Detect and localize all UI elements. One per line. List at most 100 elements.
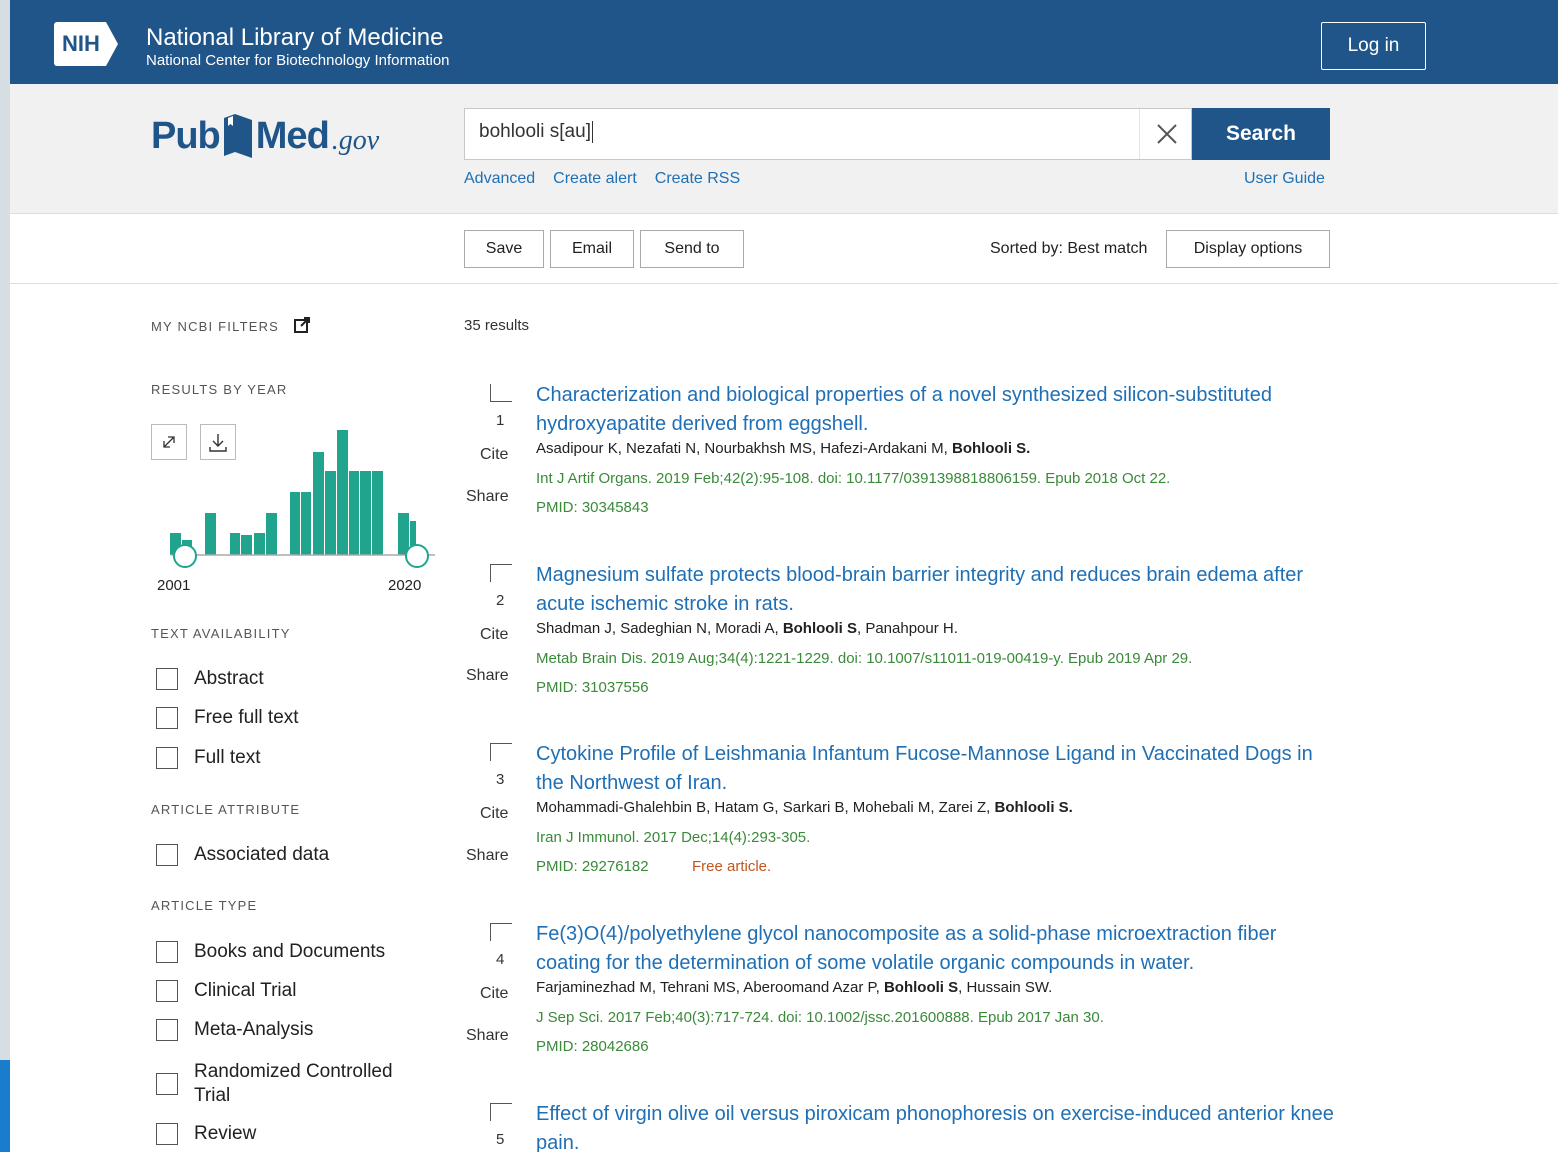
search-input[interactable]: bohlooli s[au] (464, 108, 1192, 160)
filter-abstract[interactable]: Abstract (156, 668, 264, 690)
histogram-bar[interactable] (313, 452, 324, 555)
email-button[interactable]: Email (550, 230, 634, 268)
search-band: Pub Med .gov bohlooli s[au] Search Advan… (10, 84, 1558, 214)
action-bar: Save Email Send to Sorted by: Best match… (10, 214, 1558, 284)
histogram-bar[interactable] (230, 533, 240, 555)
result-authors: Shadman J, Sadeghian N, Moradi A, Bohloo… (536, 620, 958, 637)
filter-label: Abstract (194, 668, 264, 689)
result-authors: Farjaminezhad M, Tehrani MS, Aberoomand … (536, 979, 1052, 996)
checkbox[interactable] (156, 707, 178, 729)
histogram-bar[interactable] (372, 471, 383, 555)
user-guide-link[interactable]: User Guide (1244, 170, 1325, 188)
result-title-link[interactable]: Effect of virgin olive oil versus piroxi… (536, 1100, 1336, 1152)
filter-clinical-trial[interactable]: Clinical Trial (156, 980, 296, 1002)
histogram-bar[interactable] (301, 492, 311, 555)
sort-label[interactable]: Sorted by: Best match (990, 240, 1147, 258)
result-checkbox[interactable] (490, 384, 512, 402)
clear-search-icon[interactable] (1139, 109, 1193, 159)
result-title-link[interactable]: Characterization and biological properti… (536, 381, 1336, 439)
logo-pub-text: Pub (151, 114, 221, 157)
external-link-icon (293, 317, 310, 336)
results-count: 35 results (464, 317, 530, 334)
share-button[interactable]: Share (466, 488, 509, 506)
result-checkbox[interactable] (490, 1103, 512, 1121)
histogram-bar[interactable] (360, 471, 371, 555)
filter-label: Review (194, 1123, 257, 1144)
histogram-bar[interactable] (349, 471, 359, 555)
histogram-bar[interactable] (254, 533, 265, 555)
checkbox[interactable] (156, 1123, 178, 1145)
send-to-button[interactable]: Send to (640, 230, 744, 268)
my-ncbi-filters-heading[interactable]: MY NCBI FILTERS (151, 317, 310, 336)
result-checkbox[interactable] (490, 923, 512, 941)
histogram-bar[interactable] (337, 430, 348, 555)
filter-free-full-text[interactable]: Free full text (156, 707, 299, 729)
year-end-label: 2020 (388, 577, 422, 594)
result-title-link[interactable]: Magnesium sulfate protects blood-brain b… (536, 561, 1336, 619)
save-button[interactable]: Save (464, 230, 544, 268)
checkbox[interactable] (156, 844, 178, 866)
share-button[interactable]: Share (466, 1027, 509, 1045)
highlighted-author: Bohlooli S. (952, 440, 1031, 457)
share-button[interactable]: Share (466, 847, 509, 865)
advanced-link[interactable]: Advanced (464, 170, 535, 188)
filter-label: Free full text (194, 707, 299, 728)
cite-button[interactable]: Cite (480, 985, 508, 1003)
checkbox[interactable] (156, 1019, 178, 1041)
highlighted-author: Bohlooli S (883, 979, 959, 996)
year-start-label: 2001 (157, 577, 191, 594)
logo-med-text: Med (255, 114, 330, 157)
filter-label: Associated data (194, 844, 330, 865)
authors-text: Mohammadi-Ghalehbin B, Hatam G, Sarkari … (536, 799, 995, 816)
nlm-title[interactable]: National Library of Medicine (146, 24, 443, 52)
filter-books-and-documents[interactable]: Books and Documents (156, 941, 385, 963)
results-by-year-histogram[interactable] (151, 420, 441, 570)
checkbox[interactable] (156, 1073, 178, 1095)
display-options-button[interactable]: Display options (1166, 230, 1330, 268)
cite-button[interactable]: Cite (480, 446, 508, 464)
filter-associated-data[interactable]: Associated data (156, 844, 329, 866)
share-button[interactable]: Share (466, 667, 509, 685)
checkbox[interactable] (156, 980, 178, 1002)
year-start-handle[interactable] (173, 544, 197, 568)
filter-full-text[interactable]: Full text (156, 747, 261, 769)
free-article-badge: Free article. (692, 858, 772, 875)
result-pmid: PMID: 29276182 (536, 858, 649, 875)
cite-button[interactable]: Cite (480, 626, 508, 644)
result-checkbox[interactable] (490, 743, 512, 761)
search-button[interactable]: Search (1192, 108, 1330, 160)
filter-review[interactable]: Review (156, 1123, 256, 1145)
histogram-bar[interactable] (398, 513, 409, 555)
filter-randomized-controlled-trial[interactable]: Randomized Controlled Trial (156, 1060, 416, 1108)
checkbox[interactable] (156, 668, 178, 690)
result-title-link[interactable]: Fe(3)O(4)/polyethylene glycol nanocompos… (536, 920, 1336, 978)
nih-logo[interactable]: NIH (54, 22, 118, 66)
checkbox[interactable] (156, 941, 178, 963)
search-query-value: bohlooli s[au] (479, 121, 591, 143)
highlighted-author: Bohlooli S. (994, 799, 1073, 816)
histogram-bar[interactable] (325, 471, 336, 555)
histogram-bar[interactable] (241, 535, 252, 555)
result-citation: Int J Artif Organs. 2019 Feb;42(2):95-10… (536, 470, 1171, 487)
histogram-bar[interactable] (205, 513, 216, 555)
pubmed-logo[interactable]: Pub Med .gov (151, 106, 379, 166)
result-pmid: PMID: 31037556 (536, 679, 649, 696)
checkbox[interactable] (156, 747, 178, 769)
histogram-bar[interactable] (266, 513, 277, 555)
authors-text-end: , Hussain SW. (958, 979, 1053, 996)
histogram-bar[interactable] (290, 492, 300, 555)
highlighted-author: Bohlooli S (782, 620, 857, 637)
login-button[interactable]: Log in (1321, 22, 1426, 70)
result-checkbox[interactable] (490, 564, 512, 582)
filter-meta-analysis[interactable]: Meta-Analysis (156, 1019, 313, 1041)
year-end-handle[interactable] (405, 544, 429, 568)
create-alert-link[interactable]: Create alert (553, 170, 637, 188)
cite-button[interactable]: Cite (480, 805, 508, 823)
result-authors: Mohammadi-Ghalehbin B, Hatam G, Sarkari … (536, 799, 1073, 816)
nih-logo-text: NIH (54, 22, 106, 66)
result-authors: Asadipour K, Nezafati N, Nourbakhsh MS, … (536, 440, 1030, 457)
result-title-link[interactable]: Cytokine Profile of Leishmania Infantum … (536, 740, 1336, 798)
histogram-bars (170, 430, 416, 555)
create-rss-link[interactable]: Create RSS (655, 170, 740, 188)
search-query-text: bohlooli s[au] (479, 121, 593, 143)
